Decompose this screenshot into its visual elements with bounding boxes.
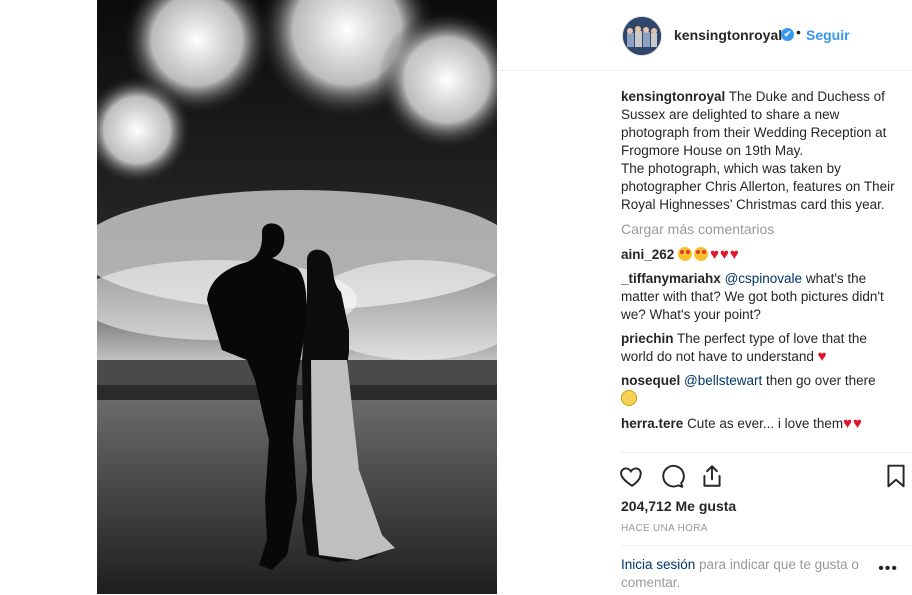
comment-item: aini_262 ♥♥♥: [621, 246, 897, 264]
post-timestamp[interactable]: HACE UNA HORA: [621, 523, 708, 534]
post-photo[interactable]: [97, 0, 497, 594]
comment-item: herra.tere Cute as ever... i love them♥♥: [621, 415, 897, 433]
action-bar: [619, 452, 912, 495]
caption-text-2: The photograph, which was taken by photo…: [621, 161, 895, 212]
more-options-icon[interactable]: •••: [878, 560, 898, 578]
heart-outline-icon[interactable]: [619, 463, 645, 489]
share-icon[interactable]: [699, 463, 725, 489]
login-text: Inicia sesión para indicar que te gusta …: [621, 556, 881, 592]
comment-item: _tiffanymariahx @cspinovale what's the m…: [621, 270, 897, 324]
login-prompt: Inicia sesión para indicar que te gusta …: [621, 545, 912, 595]
comment-mention[interactable]: @cspinovale: [725, 271, 803, 286]
caption-username[interactable]: kensingtonroyal: [621, 89, 725, 104]
verified-badge-icon: ✔: [781, 28, 794, 41]
comment-username[interactable]: herra.tere: [621, 416, 683, 431]
comment-username[interactable]: aini_262: [621, 247, 674, 262]
photo-image: [97, 0, 497, 594]
comment-username[interactable]: _tiffanymariahx: [621, 271, 721, 286]
heart-eyes-emoji-icon: [678, 247, 693, 261]
caption: kensingtonroyal The Duke and Duchess of …: [621, 88, 897, 214]
red-heart-emoji-icon: ♥: [817, 348, 827, 365]
red-heart-emoji-icon: ♥: [843, 415, 853, 432]
red-heart-emoji-icon: ♥: [710, 246, 719, 263]
avatar[interactable]: [622, 16, 662, 56]
comment-item: priechin The perfect type of love that t…: [621, 330, 897, 366]
comment-text: Cute as ever... i love them: [687, 416, 844, 431]
avatar-image: [623, 17, 661, 55]
red-heart-emoji-icon: ♥: [729, 246, 739, 263]
login-link[interactable]: Inicia sesión: [621, 557, 695, 572]
post-header: kensingtonroyal ✔ • Seguir: [498, 0, 912, 71]
grimacing-emoji-icon: [621, 390, 637, 406]
likes-count[interactable]: 204,712 Me gusta: [621, 498, 736, 514]
follow-button[interactable]: Seguir: [806, 27, 850, 43]
bookmark-icon[interactable]: [883, 463, 909, 489]
comment-icon[interactable]: [659, 463, 685, 489]
red-heart-emoji-icon: ♥: [719, 246, 729, 263]
comment-item: nosequel @bellstewart then go over there: [621, 372, 897, 409]
heart-eyes-emoji-icon: [694, 247, 709, 261]
load-more-comments-button[interactable]: Cargar más comentarios: [621, 220, 897, 238]
red-heart-emoji-icon: ♥: [853, 415, 862, 432]
comment-text: then go over there: [762, 373, 876, 388]
comments-list[interactable]: kensingtonroyal The Duke and Duchess of …: [621, 88, 897, 448]
header-username[interactable]: kensingtonroyal: [674, 27, 782, 43]
comment-mention[interactable]: @bellstewart: [684, 373, 762, 388]
post-side-panel: kensingtonroyal ✔ • Seguir kensingtonroy…: [498, 0, 912, 594]
header-separator: •: [796, 24, 801, 40]
comment-username[interactable]: priechin: [621, 331, 674, 346]
comment-username[interactable]: nosequel: [621, 373, 680, 388]
